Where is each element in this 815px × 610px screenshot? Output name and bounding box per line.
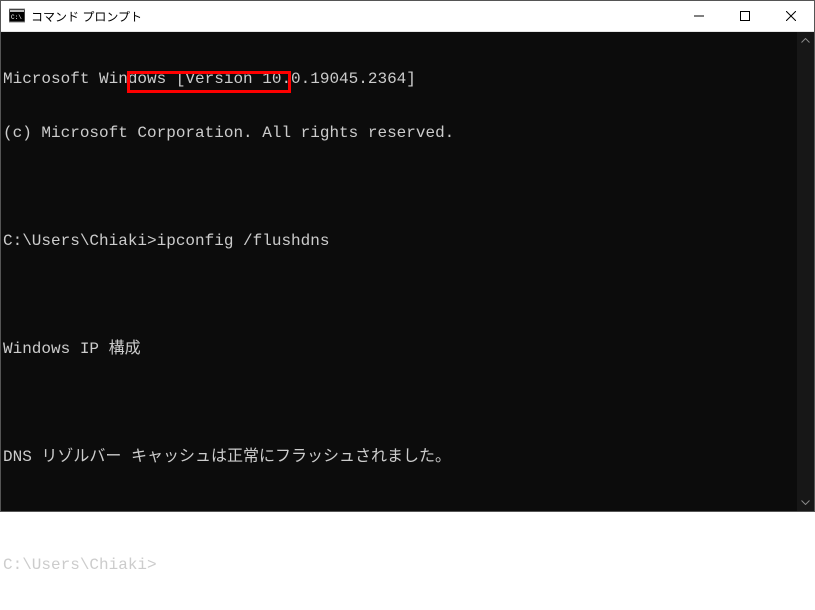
vertical-scrollbar[interactable] bbox=[797, 32, 814, 511]
entered-command: ipconfig /flushdns bbox=[157, 232, 330, 250]
scroll-track[interactable] bbox=[797, 49, 814, 494]
scroll-down-button[interactable] bbox=[797, 494, 814, 511]
terminal-output[interactable]: Microsoft Windows [Version 10.0.19045.23… bbox=[1, 32, 814, 511]
close-button[interactable] bbox=[768, 1, 814, 31]
prompt-line: C:\Users\Chiaki> bbox=[3, 556, 814, 574]
minimize-button[interactable] bbox=[676, 1, 722, 31]
output-blank bbox=[3, 394, 814, 412]
output-blank bbox=[3, 502, 814, 520]
output-blank bbox=[3, 178, 814, 196]
prompt-line: C:\Users\Chiaki>ipconfig /flushdns bbox=[3, 232, 814, 250]
output-line: (c) Microsoft Corporation. All rights re… bbox=[3, 124, 814, 142]
output-line: Microsoft Windows [Version 10.0.19045.23… bbox=[3, 70, 814, 88]
scroll-up-button[interactable] bbox=[797, 32, 814, 49]
window-title: コマンド プロンプト bbox=[31, 8, 676, 25]
terminal-area[interactable]: Microsoft Windows [Version 10.0.19045.23… bbox=[1, 32, 814, 511]
prompt-path: C:\Users\Chiaki> bbox=[3, 232, 157, 250]
window-controls bbox=[676, 1, 814, 31]
output-line: DNS リゾルバー キャッシュは正常にフラッシュされました。 bbox=[3, 448, 814, 466]
maximize-button[interactable] bbox=[722, 1, 768, 31]
window-titlebar[interactable]: C:\ コマンド プロンプト bbox=[1, 1, 814, 32]
output-line: Windows IP 構成 bbox=[3, 340, 814, 358]
cmd-icon: C:\ bbox=[9, 8, 25, 24]
output-blank bbox=[3, 286, 814, 304]
svg-text:C:\: C:\ bbox=[11, 14, 22, 21]
